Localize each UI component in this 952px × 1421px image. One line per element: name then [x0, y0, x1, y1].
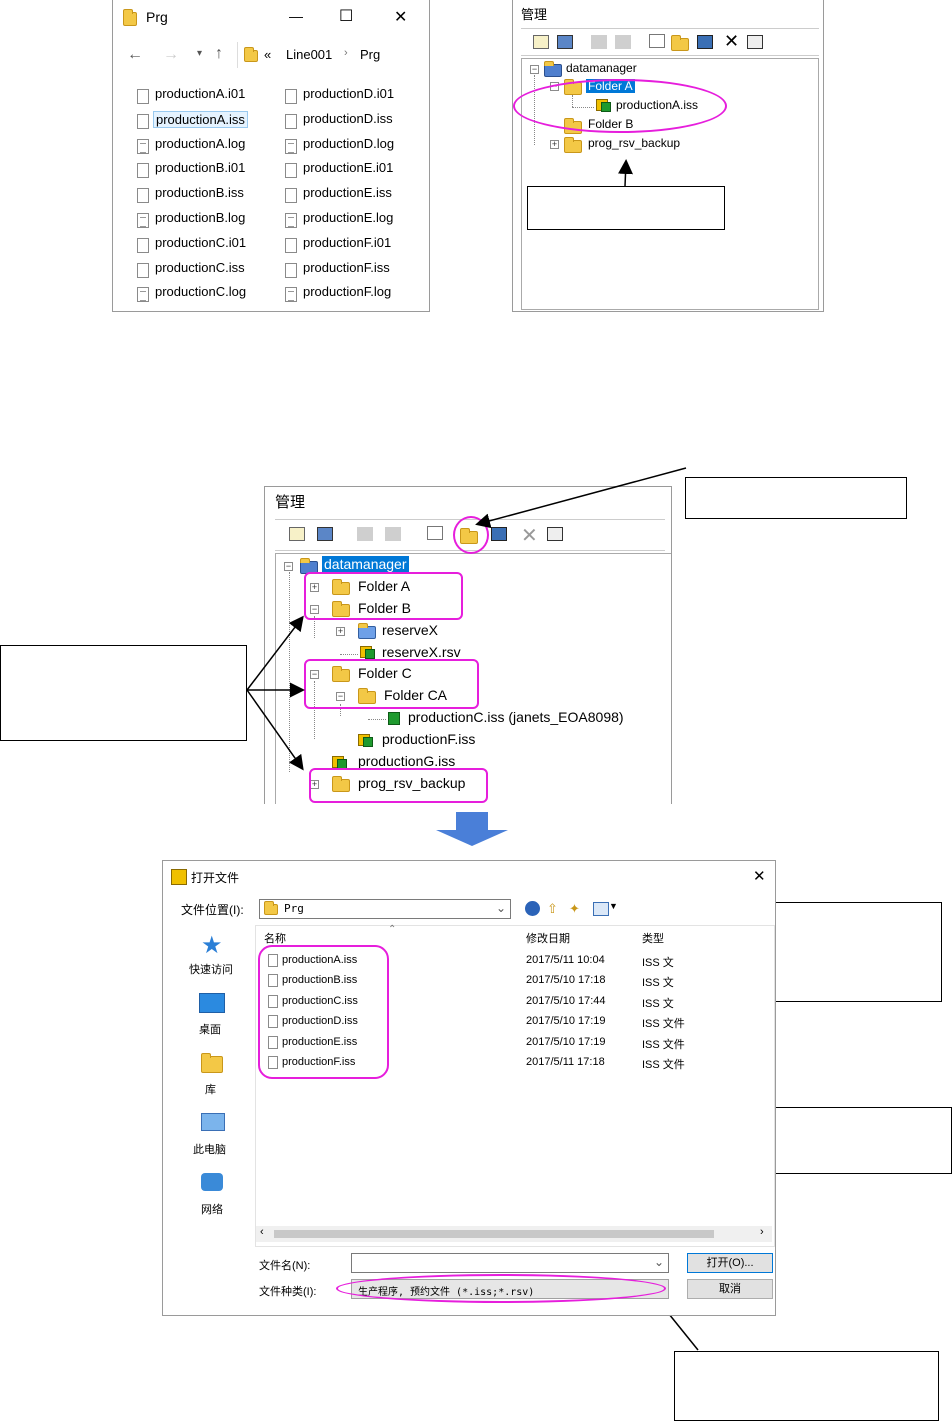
- file-icon: [268, 1056, 278, 1069]
- desktop-icon[interactable]: [199, 993, 225, 1013]
- file-icon: [268, 1015, 278, 1029]
- star-icon[interactable]: ★: [201, 931, 223, 960]
- filename-input[interactable]: ⌄: [351, 1253, 669, 1273]
- sort-ascending-icon: ⌃: [388, 924, 397, 935]
- cell-name: productionF.iss: [282, 1056, 356, 1068]
- library-icon[interactable]: [201, 1053, 223, 1073]
- location-value: Prg: [284, 902, 304, 915]
- back-icon[interactable]: [525, 901, 540, 916]
- place-desktop[interactable]: 桌面: [199, 1021, 221, 1037]
- cell-name: productionA.iss: [282, 954, 358, 966]
- network-icon[interactable]: [201, 1173, 223, 1191]
- filetype-value: 生产程序, 预约文件 (*.iss;*.rsv): [358, 1287, 535, 1298]
- cell-type: ISS 文: [642, 977, 674, 990]
- cell-name: productionE.iss: [282, 1035, 358, 1048]
- cell-type: ISS 文件: [642, 1018, 685, 1031]
- place-this-pc[interactable]: 此电脑: [193, 1141, 226, 1157]
- file-icon: [268, 1035, 278, 1049]
- file-icon: [268, 974, 278, 988]
- table-row[interactable]: productionF.iss 2017/5/11 17:18 ISS 文件: [256, 1054, 766, 1072]
- chevron-down-icon: ⌄: [653, 1255, 664, 1269]
- computer-icon[interactable]: [201, 1113, 225, 1131]
- scroll-left-icon[interactable]: ‹: [260, 1226, 264, 1238]
- file-icon: [268, 954, 278, 967]
- close-button[interactable]: ✕: [753, 867, 766, 885]
- app-icon: [171, 869, 187, 885]
- filetype-label: 文件种类(I):: [259, 1286, 317, 1298]
- location-label: 文件位置(I):: [181, 903, 244, 917]
- new-folder-icon[interactable]: ✦: [569, 901, 580, 917]
- cancel-button[interactable]: 取消: [687, 1279, 773, 1299]
- cell-date: 2017/5/10 17:18: [526, 974, 606, 987]
- table-row[interactable]: productionA.iss 2017/5/11 10:04 ISS 文: [256, 952, 766, 970]
- horizontal-scrollbar[interactable]: ‹ ›: [256, 1226, 772, 1242]
- col-header-name[interactable]: 名称: [264, 930, 286, 946]
- folder-icon: [264, 901, 278, 915]
- cell-date: 2017/5/10 17:44: [526, 994, 606, 1007]
- chevron-down-icon[interactable]: ▼: [609, 901, 618, 911]
- cell-name: productionD.iss: [282, 1015, 358, 1028]
- table-row[interactable]: productionB.iss 2017/5/10 17:18 ISS 文: [256, 972, 766, 990]
- open-button[interactable]: 打开(O)...: [687, 1253, 773, 1273]
- table-row[interactable]: productionD.iss 2017/5/10 17:19 ISS 文件: [256, 1013, 766, 1031]
- location-select[interactable]: Prg ⌄: [259, 899, 511, 919]
- arrow-line: [246, 615, 304, 691]
- cell-date: 2017/5/11 17:18: [526, 1056, 605, 1068]
- cell-date: 2017/5/11 10:04: [526, 954, 605, 966]
- filename-label: 文件名(N):: [259, 1260, 311, 1272]
- cell-type: ISS 文件: [642, 1038, 685, 1051]
- cell-type: ISS 文件: [642, 1059, 685, 1071]
- file-list: 名称 ⌃ 修改日期 类型 productionA.iss 2017/5/11 10…: [255, 924, 775, 1247]
- cell-date: 2017/5/10 17:19: [526, 1015, 606, 1028]
- place-library[interactable]: 库: [205, 1081, 216, 1097]
- arrow-line: [475, 467, 687, 529]
- chevron-down-icon: ⌄: [495, 901, 506, 915]
- col-header-date[interactable]: 修改日期: [526, 930, 570, 946]
- arrow-line: [618, 159, 633, 187]
- up-folder-icon[interactable]: ⇧: [547, 901, 558, 917]
- scroll-right-icon[interactable]: ›: [760, 1226, 764, 1238]
- col-header-type[interactable]: 类型: [642, 930, 664, 946]
- down-arrow-icon: [436, 812, 508, 846]
- table-row[interactable]: productionC.iss 2017/5/10 17:44 ISS 文: [256, 993, 766, 1011]
- open-file-dialog: 打开文件 ✕ 文件位置(I): Prg ⌄ ⇧ ✦ ▼ ★ 快速访问 桌面 库 …: [162, 860, 776, 1316]
- file-icon: [268, 994, 278, 1008]
- dialog-title: 打开文件: [191, 871, 240, 885]
- place-network[interactable]: 网络: [201, 1201, 223, 1217]
- cell-name: productionC.iss: [282, 994, 358, 1007]
- scrollbar-thumb[interactable]: [274, 1230, 714, 1238]
- cell-type: ISS 文: [642, 997, 674, 1010]
- cell-name: productionB.iss: [282, 974, 358, 987]
- arrow-line: [246, 689, 304, 771]
- cell-date: 2017/5/10 17:19: [526, 1035, 606, 1048]
- cell-type: ISS 文: [642, 957, 674, 969]
- table-row[interactable]: productionE.iss 2017/5/10 17:19 ISS 文件: [256, 1034, 766, 1052]
- filetype-select[interactable]: 生产程序, 预约文件 (*.iss;*.rsv): [351, 1279, 669, 1299]
- place-quick-access[interactable]: 快速访问: [189, 961, 233, 977]
- view-menu-icon[interactable]: [593, 902, 609, 916]
